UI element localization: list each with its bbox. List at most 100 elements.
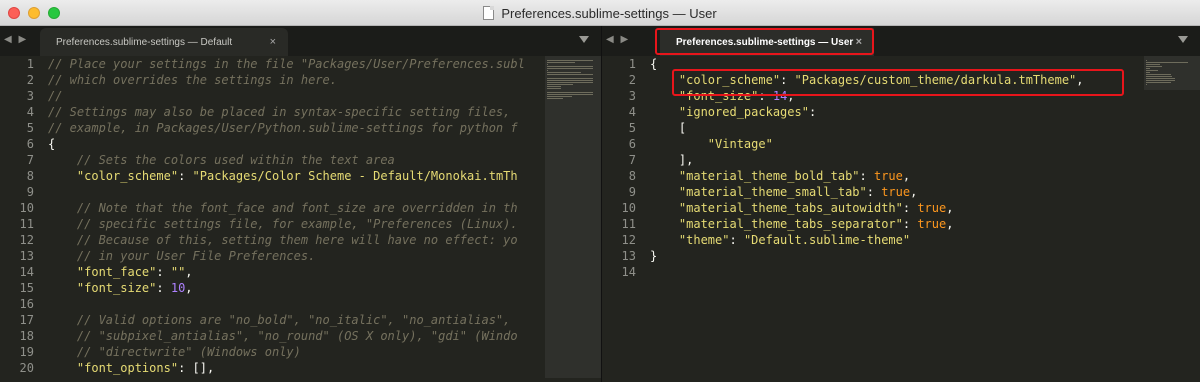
code-line[interactable]: "Vintage" bbox=[650, 136, 1142, 152]
code-line[interactable]: // "directwrite" (Windows only) bbox=[48, 344, 543, 360]
code-line[interactable]: "material_theme_tabs_autowidth": true, bbox=[650, 200, 1142, 216]
code-area[interactable]: { "color_scheme": "Packages/custom_theme… bbox=[650, 56, 1142, 382]
code-line[interactable]: // in your User File Preferences. bbox=[48, 248, 543, 264]
code-area[interactable]: // Place your settings in the file "Pack… bbox=[48, 56, 543, 382]
code-line[interactable]: "font_face": "", bbox=[48, 264, 543, 280]
minimap-line bbox=[547, 84, 573, 85]
code-token: : bbox=[902, 217, 918, 231]
code-line[interactable]: // Because of this, setting them here wi… bbox=[48, 232, 543, 248]
minimap-line bbox=[547, 72, 581, 73]
code-line[interactable]: // "subpixel_antialias", "no_round" (OS … bbox=[48, 328, 543, 344]
code-line[interactable]: "font_options": [], bbox=[48, 360, 543, 376]
minimap[interactable] bbox=[545, 56, 601, 382]
code-line[interactable]: { bbox=[48, 136, 543, 152]
code-line[interactable]: "theme": "Default.sublime-theme" bbox=[650, 232, 1142, 248]
code-token: : bbox=[156, 265, 171, 279]
code-token: // Place your settings in the file "Pack… bbox=[48, 57, 525, 71]
code-token: "material_theme_tabs_autowidth" bbox=[678, 201, 903, 215]
code-line[interactable]: // Settings may also be placed in syntax… bbox=[48, 104, 543, 120]
right-editor[interactable]: 1 2 3 4 5 6 7 8 9 10 11 12 13 14 { "color_scheme": "P… bbox=[602, 56, 1200, 382]
code-token: "material_theme_tabs_separator" bbox=[678, 217, 903, 231]
code-line[interactable]: [ bbox=[650, 120, 1142, 136]
code-token: , bbox=[910, 185, 918, 199]
code-token: "font_face" bbox=[76, 265, 157, 279]
code-token: : bbox=[178, 169, 193, 183]
code-line[interactable]: "color_scheme": "Packages/Color Scheme -… bbox=[48, 168, 543, 184]
minimap-line bbox=[1146, 72, 1150, 73]
code-token: , bbox=[946, 201, 954, 215]
minimap[interactable] bbox=[1144, 56, 1200, 382]
code-token: "theme" bbox=[678, 233, 730, 247]
line-number: 4 bbox=[628, 105, 636, 119]
tab-dropdown-icon[interactable] bbox=[579, 36, 589, 43]
code-token: true bbox=[917, 201, 947, 215]
code-line[interactable]: // Sets the colors used within the text … bbox=[48, 152, 543, 168]
minimap-line bbox=[1146, 82, 1171, 83]
window-titlebar: Preferences.sublime-settings — User bbox=[0, 0, 1200, 26]
left-editor[interactable]: 1 2 3 4 5 6 7 8 9 10 11 12 13 14 15 16 17 18 19 20 // Place… bbox=[0, 56, 601, 382]
code-token: // Because of this, setting them here wi… bbox=[48, 233, 518, 247]
line-number: 8 bbox=[628, 169, 636, 183]
code-line[interactable]: "material_theme_bold_tab": true, bbox=[650, 168, 1142, 184]
window-title: Preferences.sublime-settings — User bbox=[0, 0, 1200, 26]
line-number: 14 bbox=[621, 265, 636, 279]
line-number: 12 bbox=[19, 233, 34, 247]
code-line[interactable]: // Place your settings in the file "Pack… bbox=[48, 56, 543, 72]
minimap-line bbox=[1146, 66, 1162, 67]
line-number: 15 bbox=[19, 281, 34, 295]
line-number: 5 bbox=[628, 121, 636, 135]
tab-nav-arrows[interactable]: ◀ ▶ bbox=[606, 34, 630, 45]
code-token: , bbox=[185, 265, 193, 279]
minimap-line bbox=[547, 78, 593, 79]
code-token: 10 bbox=[170, 281, 186, 295]
code-token: // Valid options are "no_bold", "no_ital… bbox=[48, 313, 518, 327]
line-number: 6 bbox=[628, 137, 636, 151]
line-number: 4 bbox=[26, 105, 34, 119]
code-token: // "subpixel_antialias", "no_round" (OS … bbox=[48, 329, 518, 343]
code-line[interactable]: } bbox=[650, 248, 1142, 264]
code-token: true bbox=[873, 169, 903, 183]
code-line[interactable] bbox=[650, 264, 1142, 280]
code-line[interactable]: // bbox=[48, 88, 543, 104]
minimap-viewport[interactable] bbox=[545, 56, 601, 378]
code-token: "font_options" bbox=[76, 361, 179, 375]
close-icon[interactable]: × bbox=[270, 36, 276, 48]
code-line[interactable]: "material_theme_tabs_separator": true, bbox=[650, 216, 1142, 232]
code-line[interactable]: "material_theme_small_tab": true, bbox=[650, 184, 1142, 200]
minimap-line bbox=[1146, 84, 1147, 85]
line-number: 18 bbox=[19, 329, 34, 343]
code-line[interactable]: // Note that the font_face and font_size… bbox=[48, 200, 543, 216]
code-token: // in your User File Preferences. bbox=[48, 249, 316, 263]
minimap-line bbox=[1146, 70, 1158, 71]
color-scheme-highlight-box bbox=[672, 69, 1124, 96]
code-line[interactable] bbox=[48, 184, 543, 200]
tab-dropdown-icon[interactable] bbox=[1178, 36, 1188, 43]
code-line[interactable]: // specific settings file, for example, … bbox=[48, 216, 543, 232]
tab-default-settings[interactable]: Preferences.sublime-settings — Default × bbox=[40, 28, 288, 56]
code-token: : bbox=[866, 185, 882, 199]
line-number: 9 bbox=[26, 185, 34, 199]
code-line[interactable]: // example, in Packages/User/Python.subl… bbox=[48, 120, 543, 136]
code-line[interactable]: // which overrides the settings in here. bbox=[48, 72, 543, 88]
minimap-line bbox=[547, 62, 575, 63]
code-line[interactable]: // Valid options are "no_bold", "no_ital… bbox=[48, 312, 543, 328]
right-tab-bar: ◀ ▶ Preferences.sublime-settings — User … bbox=[602, 26, 1200, 57]
code-line[interactable]: ], bbox=[650, 152, 1142, 168]
code-token: "Vintage" bbox=[707, 137, 773, 151]
line-number: 11 bbox=[19, 217, 34, 231]
tab-nav-arrows[interactable]: ◀ ▶ bbox=[4, 34, 28, 45]
right-editor-pane: ◀ ▶ Preferences.sublime-settings — User … bbox=[601, 26, 1200, 382]
code-line[interactable] bbox=[48, 296, 543, 312]
line-number-gutter: 1 2 3 4 5 6 7 8 9 10 11 12 13 14 15 16 17 18 19 20 bbox=[0, 56, 40, 382]
minimap-line bbox=[1146, 62, 1188, 63]
line-number: 11 bbox=[621, 217, 636, 231]
code-line[interactable]: "font_size": 10, bbox=[48, 280, 543, 296]
minimap-line bbox=[547, 98, 563, 99]
code-line[interactable]: "ignored_packages": bbox=[650, 104, 1142, 120]
code-token: : bbox=[156, 281, 171, 295]
minimap-line bbox=[1146, 68, 1150, 69]
